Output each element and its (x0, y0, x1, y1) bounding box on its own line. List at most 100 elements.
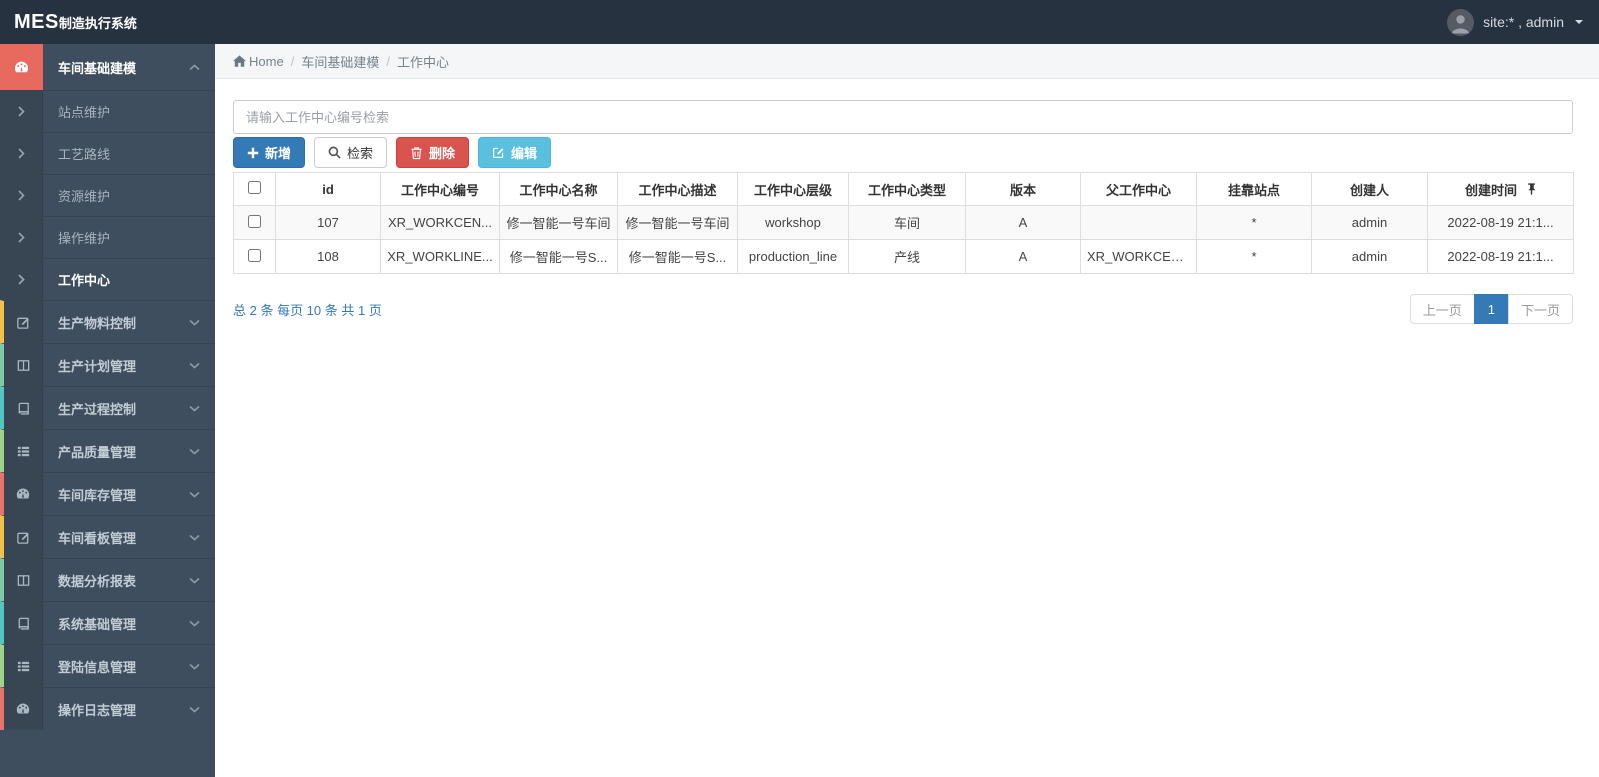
chevron-right-icon (0, 217, 43, 258)
cell-description: 修一智能一号S... (617, 239, 738, 274)
sidebar-group-workshop-modeling[interactable]: 车间基础建模 (0, 44, 215, 90)
cell-code: XR_WORKLINE... (380, 239, 500, 274)
pin-icon[interactable] (1527, 183, 1536, 195)
sidebar-group-operation-log-management[interactable]: 操作日志管理 (0, 687, 215, 730)
edit-icon (4, 301, 43, 343)
sidebar-item-resource-maintenance[interactable]: 资源维护 (0, 174, 215, 216)
row-checkbox[interactable] (248, 248, 261, 262)
chevron-right-icon (0, 175, 43, 216)
row-checkbox[interactable] (248, 214, 261, 228)
cell-version: A (965, 205, 1081, 240)
column-header-create-time: 创建时间 (1427, 172, 1574, 206)
column-header-code: 工作中心编号 (380, 172, 500, 206)
search-button[interactable]: 检索 (314, 137, 388, 168)
delete-button[interactable]: 删除 (396, 137, 470, 168)
chevron-right-icon (0, 91, 43, 132)
add-button[interactable]: 新增 (233, 137, 306, 168)
sidebar-group-material-control[interactable]: 生产物料控制 (0, 300, 215, 343)
sidebar-group-kanban-management[interactable]: 车间看板管理 (0, 515, 215, 558)
column-header-creator: 创建人 (1311, 172, 1428, 206)
breadcrumb-separator: / (290, 53, 295, 69)
top-navbar: MES 制造执行系统 site:* , admin (0, 0, 1599, 44)
sidebar-item-process-route[interactable]: 工艺路线 (0, 132, 215, 174)
sidebar-group-label: 车间看板管理 (58, 530, 137, 546)
sidebar-item-operation-maintenance[interactable]: 操作维护 (0, 216, 215, 258)
sidebar-group-quality-management[interactable]: 产品质量管理 (0, 429, 215, 472)
cell-level: workshop (737, 205, 849, 240)
select-all-checkbox[interactable] (248, 181, 261, 194)
column-header-station: 挂靠站点 (1196, 172, 1312, 206)
breadcrumb-home-link[interactable]: Home (233, 54, 284, 69)
user-avatar (1447, 8, 1475, 36)
column-header-name: 工作中心名称 (499, 172, 618, 206)
sidebar-item-station-maintenance[interactable]: 站点维护 (0, 90, 215, 132)
list-icon (4, 645, 43, 687)
column-header-parent: 父工作中心 (1080, 172, 1197, 206)
cell-parent: XR_WORKCEN... (1080, 239, 1197, 274)
table-row[interactable]: 108 XR_WORKLINE... 修一智能一号S... 修一智能一号S...… (233, 239, 1574, 274)
sidebar-group-label: 生产过程控制 (58, 401, 137, 417)
sidebar-group-label: 数据分析报表 (58, 573, 137, 589)
cell-creator: admin (1311, 205, 1428, 240)
delete-button-label: 删除 (429, 146, 456, 161)
user-dropdown[interactable]: site:* , admin (1447, 8, 1583, 36)
toolbar: 新增 检索 删除 编辑 (233, 137, 1573, 168)
chevron-down-icon (189, 602, 215, 644)
sidebar-group-login-info-management[interactable]: 登陆信息管理 (0, 644, 215, 687)
cell-create-time: 2022-08-19 21:1... (1427, 205, 1574, 240)
next-page-button[interactable]: 下一页 (1507, 294, 1573, 324)
sidebar-group-process-control[interactable]: 生产过程控制 (0, 386, 215, 429)
chevron-down-icon (189, 387, 215, 429)
edit-button-label: 编辑 (511, 146, 538, 161)
page-1-button[interactable]: 1 (1473, 294, 1509, 324)
cell-code: XR_WORKCEN... (380, 205, 500, 240)
dashboard-icon (0, 44, 43, 90)
search-input[interactable] (233, 100, 1573, 134)
cell-name: 修一智能一号S... (499, 239, 618, 274)
breadcrumb: Home / 车间基础建模 / 工作中心 (215, 44, 1599, 79)
sidebar-group-label: 登陆信息管理 (58, 659, 137, 675)
chevron-down-icon (189, 645, 215, 687)
list-icon (4, 430, 43, 472)
sidebar-nav: 车间基础建模 站点维护 工艺路线 资源维护 操作维护 工作中心 生产物料控制 生… (0, 44, 215, 777)
columns-icon (4, 559, 43, 601)
chevron-right-icon (0, 259, 43, 300)
cell-version: A (965, 239, 1081, 274)
chevron-up-icon (189, 44, 215, 90)
sidebar-group-label: 生产计划管理 (58, 358, 137, 374)
sidebar-item-label: 操作维护 (58, 231, 111, 246)
caret-down-icon (1575, 20, 1583, 24)
sidebar-group-plan-management[interactable]: 生产计划管理 (0, 343, 215, 386)
sidebar-group-label: 产品质量管理 (58, 444, 137, 460)
column-header-create-time-label: 创建时间 (1464, 182, 1517, 198)
sidebar-group-inventory-management[interactable]: 车间库存管理 (0, 472, 215, 515)
cell-id: 107 (275, 205, 381, 240)
breadcrumb-item-current: 工作中心 (396, 54, 449, 70)
table-row[interactable]: 107 XR_WORKCEN... 修一智能一号车间 修一智能一号车间 work… (233, 205, 1574, 240)
sidebar-item-work-center[interactable]: 工作中心 (0, 258, 215, 300)
sidebar-group-system-management[interactable]: 系统基础管理 (0, 601, 215, 644)
chevron-down-icon (189, 473, 215, 515)
chevron-down-icon (189, 688, 215, 730)
edit-button[interactable]: 编辑 (478, 137, 552, 168)
edit-icon (4, 516, 43, 558)
user-label: site:* , admin (1483, 14, 1564, 30)
book-icon (4, 387, 43, 429)
sidebar-group-data-analysis-reports[interactable]: 数据分析报表 (0, 558, 215, 601)
search-button-label: 检索 (347, 146, 374, 161)
breadcrumb-separator: / (386, 53, 390, 69)
sidebar-item-label: 工艺路线 (58, 147, 111, 162)
column-header-type: 工作中心类型 (848, 172, 966, 206)
plus-icon (247, 147, 259, 158)
pagination-controls: 上一页 1 下一页 (1409, 294, 1573, 324)
chevron-down-icon (189, 430, 215, 472)
app-window: MES 制造执行系统 site:* , admin 车间基础建模 站点维护 工艺… (0, 0, 1599, 777)
cell-level: production_line (737, 239, 849, 274)
book-icon (4, 602, 43, 644)
main-content: Home / 车间基础建模 / 工作中心 新增 检索 (215, 44, 1599, 777)
cell-type: 车间 (848, 205, 966, 240)
work-center-table: id 工作中心编号 工作中心名称 工作中心描述 工作中心层级 工作中心类型 版本… (233, 172, 1574, 274)
prev-page-button[interactable]: 上一页 (1409, 294, 1475, 324)
cell-description: 修一智能一号车间 (617, 205, 738, 240)
sidebar-item-label: 资源维护 (58, 189, 111, 204)
